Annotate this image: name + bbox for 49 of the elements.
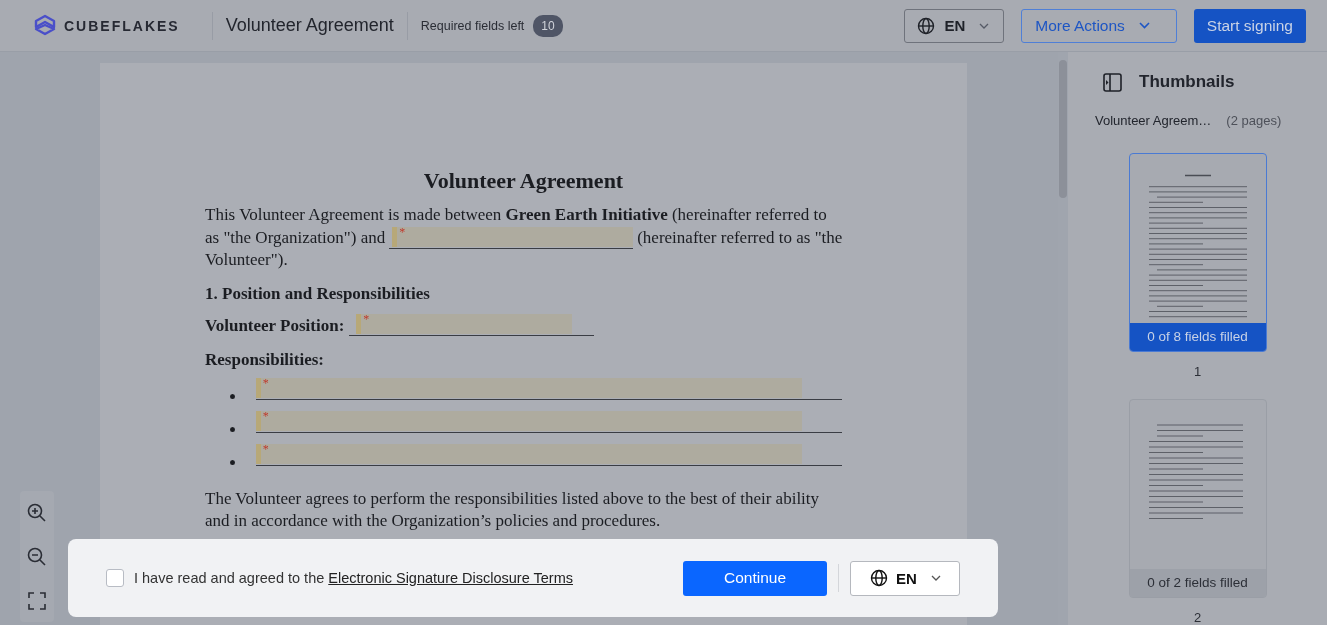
- continue-button[interactable]: Continue: [683, 560, 827, 596]
- paragraph-text: The Volunteer agrees to perform the responsibilities listed above to the best of their ability and in accordance with the Organization’s policies and procedures.: [205, 488, 820, 530]
- bullet-icon: [230, 459, 235, 465]
- section-heading: Responsibilities:: [205, 349, 326, 370]
- page-thumbnail[interactable]: 0 of 2 fields filled: [1128, 399, 1267, 598]
- zoom-in-icon[interactable]: [27, 503, 47, 524]
- paragraph-text: (hereinafter referred to as "the: [637, 226, 843, 249]
- section-heading: 1. Position and Responsibilities: [205, 283, 431, 304]
- agree-label: I have read and agreed to the: [134, 570, 325, 586]
- start-signing-button[interactable]: Start signing: [1193, 8, 1306, 43]
- bullet-icon: [230, 426, 235, 432]
- brand-name: CUBEFLAKES: [64, 17, 180, 34]
- document-heading: Volunteer Agreement: [422, 168, 625, 194]
- zoom-out-icon[interactable]: [27, 547, 47, 568]
- paragraph-text: as "the Organization") and: [205, 226, 386, 249]
- page-count: (2 pages): [1226, 113, 1282, 128]
- fields-filled-label: 0 of 8 fields filled: [1129, 323, 1266, 351]
- globe-icon: [870, 569, 888, 587]
- text-input-field[interactable]: *: [356, 313, 573, 334]
- text-input-field[interactable]: *: [392, 227, 634, 247]
- paragraph-text: Volunteer").: [205, 249, 288, 271]
- panel-title: Thumbnails: [1139, 72, 1235, 92]
- text-input-field[interactable]: *: [255, 377, 802, 398]
- document-title: Volunteer Agreement: [225, 15, 394, 36]
- globe-icon: [917, 16, 936, 35]
- text-input-field[interactable]: *: [255, 410, 802, 431]
- field-label: Volunteer Position:: [205, 315, 345, 336]
- required-fields-label: Required fields left: [420, 18, 525, 33]
- fields-filled-label: 0 of 2 fields filled: [1129, 569, 1266, 597]
- language-select[interactable]: EN: [850, 560, 960, 596]
- scrollbar-thumb[interactable]: [1059, 60, 1067, 198]
- paragraph-text: This Volunteer Agreement is made between Green Earth Initiative (hereinafter referred to: [205, 204, 827, 226]
- panel-toggle-icon[interactable]: [1103, 72, 1122, 92]
- document-name: Volunteer Agreem…: [1095, 113, 1212, 128]
- chevron-down-icon: [979, 22, 990, 29]
- agree-checkbox[interactable]: [106, 569, 124, 587]
- disclosure-terms-link[interactable]: Electronic Signature Disclosure Terms: [328, 570, 573, 586]
- chevron-down-icon: [930, 575, 941, 581]
- chevron-down-icon: [1138, 22, 1150, 29]
- page-thumbnail[interactable]: 0 of 8 fields filled: [1128, 153, 1267, 352]
- bullet-icon: [230, 393, 235, 399]
- fullscreen-icon[interactable]: [28, 591, 46, 610]
- page-number: 2: [1193, 610, 1202, 625]
- more-actions-button[interactable]: More Actions: [1021, 8, 1177, 43]
- language-select[interactable]: EN: [904, 8, 1005, 43]
- text-input-field[interactable]: *: [255, 443, 802, 464]
- required-count-badge: 10: [533, 14, 563, 37]
- page-number: 1: [1193, 364, 1202, 379]
- cube-logo-icon: [34, 13, 56, 38]
